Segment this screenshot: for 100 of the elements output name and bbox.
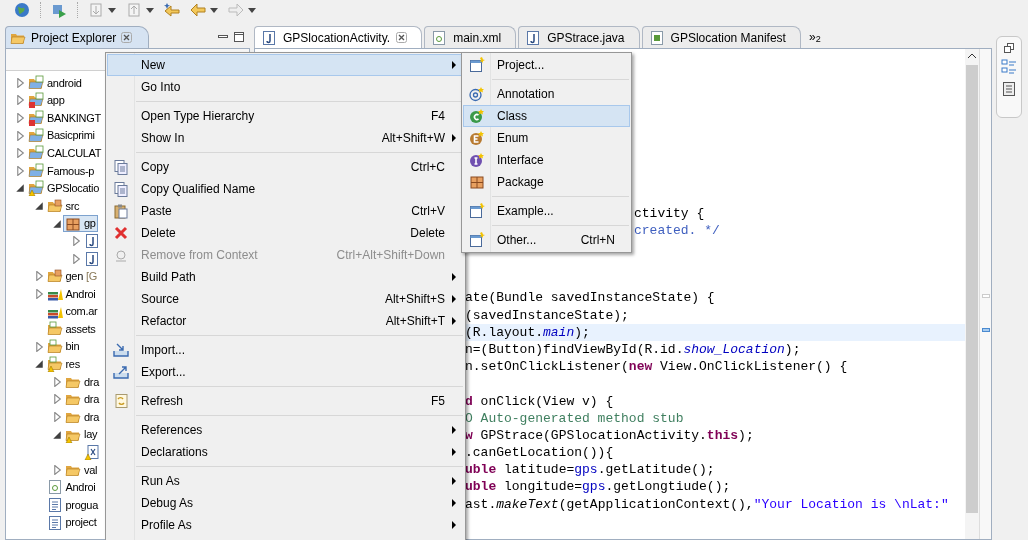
tree-item[interactable]: src [44,197,82,215]
collapsed-arrow-icon[interactable] [70,236,81,247]
editor-tab[interactable]: GPSlocationActivity. [254,26,423,48]
expanded-arrow-icon[interactable] [33,200,44,211]
tree-item[interactable]: Androi [44,285,98,303]
expanded-arrow-icon[interactable] [15,183,25,194]
remove-icon [113,247,129,263]
menu-item[interactable]: Open Type Hierarchy F4 [107,105,464,127]
editor-tab[interactable]: GPStrace.java [518,26,640,48]
tree-item[interactable]: BANKINGT [26,109,103,127]
menu-item[interactable]: Debug As [107,492,464,514]
tree-item[interactable] [81,443,102,462]
menu-item[interactable]: New [107,54,464,76]
tree-item[interactable]: Famous-p [26,161,97,180]
tree-item[interactable]: val [63,461,100,479]
tree-item[interactable]: lay [63,425,100,444]
outline-icon[interactable] [1001,59,1017,75]
collapsed-arrow-icon[interactable] [70,253,81,264]
tree-item[interactable]: dra [63,373,101,391]
collapsed-arrow-icon[interactable] [15,77,25,88]
folder-warning-icon [46,356,63,373]
document-icon[interactable] [1001,81,1017,97]
tree-item[interactable]: android [26,74,84,92]
tree-item[interactable]: gp [63,214,98,233]
collapsed-arrow-icon[interactable] [52,412,62,423]
maximize-icon[interactable] [234,32,244,42]
tree-item[interactable]: res [44,355,82,374]
view-tab[interactable]: Project Explorer [5,26,150,48]
menu-item[interactable]: Import... [107,339,464,361]
tree-item[interactable]: progua [44,496,100,514]
expanded-arrow-icon[interactable] [52,218,62,229]
tree-item[interactable]: gen [G [44,267,99,286]
tab-overflow[interactable]: »$_{2}$ [802,26,821,48]
menu-item[interactable]: Build Path [107,266,464,288]
menu-item[interactable]: Source Alt+Shift+S [107,288,464,310]
menu-item[interactable]: Run As [107,470,464,492]
collapsed-arrow-icon[interactable] [15,148,25,159]
menu-item[interactable]: Package [463,171,630,193]
menu-item[interactable]: Refactor Alt+Shift+T [107,310,464,332]
menu-item[interactable]: Copy Ctrl+C [107,156,464,178]
expanded-arrow-icon[interactable] [33,359,44,370]
tree-item[interactable]: bin [44,337,82,356]
menu-item[interactable]: Other... Ctrl+N [463,229,630,251]
package-icon [65,215,81,232]
globe-icon[interactable] [14,2,30,18]
refresh-icon [113,393,129,409]
project-folder-icon [28,127,44,144]
dropdown-caret-icon[interactable] [210,7,218,13]
menu-item[interactable]: References [107,419,464,441]
text-file-icon [46,497,63,514]
submenu-arrow-icon [451,273,457,281]
close-icon[interactable] [121,32,133,43]
menu-item[interactable]: Annotation [463,83,630,105]
menu-item[interactable]: Delete Delete [107,222,464,244]
scrollbar[interactable] [965,49,979,539]
expanded-arrow-icon[interactable] [52,429,62,440]
editor-tab[interactable]: GPSlocation Manifest [641,26,801,48]
menu-item[interactable]: Paste Ctrl+V [107,200,464,222]
dropdown-caret-icon[interactable] [108,7,116,13]
tree-item[interactable]: Basicprimi [26,126,97,145]
last-edit-icon[interactable] [164,2,180,18]
collapsed-arrow-icon[interactable] [33,288,44,299]
collapsed-arrow-icon[interactable] [52,464,62,475]
tree-item[interactable]: assets [44,320,98,338]
menu-item[interactable]: Export... [107,361,464,383]
close-icon[interactable] [396,32,408,43]
menu-item[interactable]: Interface [463,149,630,171]
tree-item[interactable]: CALCULAT [26,144,104,162]
menu-item[interactable]: Refresh F5 [107,390,464,412]
run-icon[interactable] [51,2,67,18]
collapsed-arrow-icon[interactable] [33,271,44,282]
menu-item[interactable]: Class [463,105,630,127]
collapsed-arrow-icon[interactable] [52,394,62,405]
tree-item-decoration: [G [85,269,97,285]
dropdown-caret-icon[interactable] [248,7,256,13]
restore-icon[interactable] [1004,43,1014,53]
menu-item[interactable]: Declarations [107,441,464,463]
collapsed-arrow-icon[interactable] [15,95,25,106]
tree-item[interactable]: dra [63,390,101,409]
menu-item[interactable]: Profile As [107,514,464,536]
menu-item[interactable]: Go Into [107,76,464,98]
tree-item[interactable]: dra [63,408,101,426]
scroll-up-icon[interactable] [968,53,976,59]
dropdown-caret-icon[interactable] [146,7,154,13]
tree-item[interactable]: app [26,91,67,110]
collapsed-arrow-icon[interactable] [15,130,25,141]
tree-item[interactable]: Androi [44,478,98,497]
tree-item[interactable]: com.ar [44,302,100,321]
collapsed-arrow-icon[interactable] [15,113,25,123]
collapsed-arrow-icon[interactable] [52,376,62,387]
collapsed-arrow-icon[interactable] [33,341,44,352]
tree-item[interactable]: project [44,513,99,532]
menu-item[interactable]: Example... [463,200,630,222]
tree-item[interactable]: GPSlocatio [26,179,102,198]
menu-item[interactable]: Enum [463,127,630,149]
menu-item[interactable]: Show In Alt+Shift+W [107,127,464,149]
editor-tab[interactable]: main.xml [424,26,517,48]
menu-item[interactable]: Copy Qualified Name [107,178,464,200]
menu-item[interactable]: Project... [463,54,630,76]
collapsed-arrow-icon[interactable] [15,165,25,176]
